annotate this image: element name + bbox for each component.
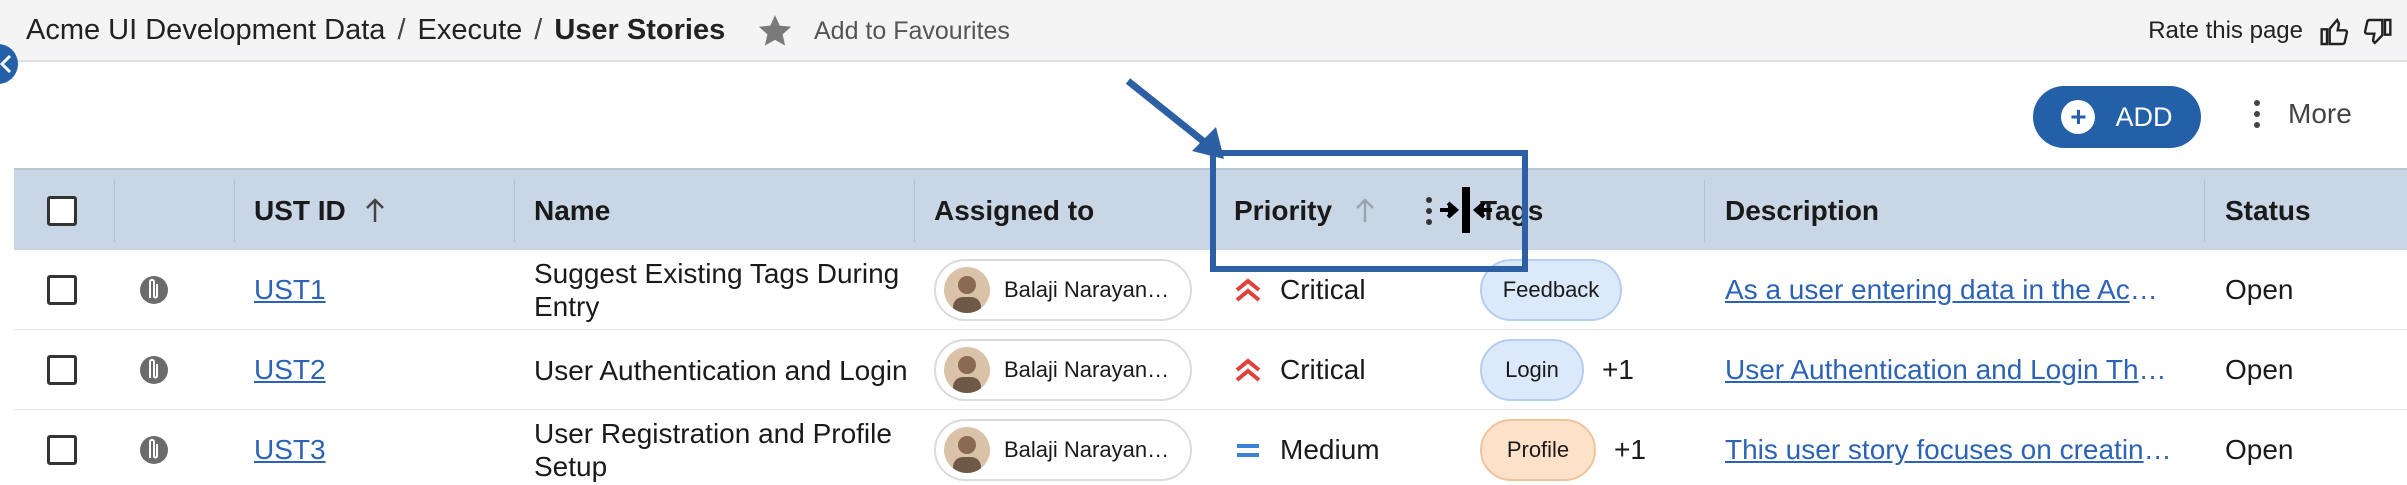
- status-value: Open: [2225, 274, 2294, 305]
- column-header-ust-id[interactable]: UST ID: [254, 170, 386, 252]
- avatar: [944, 427, 990, 473]
- column-divider: [2204, 180, 2205, 242]
- ust-id-link[interactable]: UST2: [254, 354, 326, 386]
- column-resize-cursor-icon: [1440, 187, 1492, 233]
- column-divider: [914, 180, 915, 242]
- avatar: [944, 267, 990, 313]
- add-button-label: ADD: [2115, 101, 2173, 132]
- chevrons-up-icon: [1235, 358, 1261, 382]
- arrow-up-icon[interactable]: [364, 198, 386, 224]
- breadcrumb: Acme UI Development Data / Execute / Use…: [26, 14, 725, 47]
- description-link[interactable]: User Authentication and Login The …: [1725, 354, 2180, 386]
- assignee-chip[interactable]: Balaji Narayan…: [934, 259, 1192, 321]
- priority-value: Critical: [1280, 274, 1366, 305]
- assignee-chip[interactable]: Balaji Narayan…: [934, 339, 1192, 401]
- ust-id-header-label: UST ID: [254, 195, 346, 226]
- avatar: [944, 347, 990, 393]
- ust-id-link[interactable]: UST3: [254, 434, 326, 466]
- column-header-name[interactable]: Name: [534, 170, 610, 252]
- breadcrumb-separator: /: [534, 14, 543, 46]
- assignee-name: Balaji Narayan…: [1004, 277, 1170, 302]
- kebab-icon: [2254, 100, 2260, 128]
- tag-chip[interactable]: Profile: [1480, 419, 1596, 481]
- select-all-checkbox[interactable]: [47, 196, 77, 226]
- row-checkbox[interactable]: [47, 355, 77, 385]
- add-button[interactable]: + ADD: [2033, 86, 2201, 148]
- table-row[interactable]: UST2 User Authentication and Login Balaj…: [14, 330, 2407, 410]
- chevrons-up-icon: [1235, 278, 1261, 302]
- chevron-left-icon: [0, 54, 12, 74]
- row-checkbox[interactable]: [47, 275, 77, 305]
- star-icon: [758, 15, 792, 46]
- description-header-label: Description: [1725, 195, 1880, 226]
- assignee-chip[interactable]: Balaji Narayan…: [934, 419, 1192, 481]
- attachment-icon[interactable]: [136, 350, 172, 390]
- breadcrumb-item-data[interactable]: Acme UI Development Data: [26, 14, 385, 47]
- rate-page-label: Rate this page: [2148, 17, 2303, 44]
- column-divider: [1704, 180, 1705, 242]
- name-header-label: Name: [534, 195, 611, 226]
- add-to-favourites-button[interactable]: Add to Favourites: [756, 12, 1010, 50]
- thumbs-down-icon[interactable]: [2361, 16, 2393, 48]
- status-value: Open: [2225, 354, 2294, 385]
- description-link[interactable]: As a user entering data in the Acme …: [1725, 274, 2180, 306]
- story-name: Suggest Existing Tags During Entry: [534, 258, 900, 322]
- description-link[interactable]: This user story focuses on creating …: [1725, 434, 2180, 466]
- equals-icon: [1237, 444, 1259, 457]
- status-header-label: Status: [2225, 195, 2311, 226]
- column-divider: [114, 180, 115, 242]
- thumbs-up-icon[interactable]: [2319, 16, 2351, 48]
- assigned-header-label: Assigned to: [934, 195, 1095, 226]
- priority-value: Medium: [1280, 434, 1380, 465]
- column-divider: [514, 180, 515, 242]
- breadcrumb-item-execute[interactable]: Execute: [418, 14, 523, 47]
- more-tags-count[interactable]: +1: [1614, 434, 1646, 466]
- breadcrumb-separator: /: [397, 14, 406, 46]
- priority-value: Critical: [1280, 354, 1366, 385]
- more-tags-count[interactable]: +1: [1602, 354, 1634, 386]
- ust-id-link[interactable]: UST1: [254, 274, 326, 306]
- attachment-icon[interactable]: [136, 430, 172, 470]
- plus-icon: +: [2061, 100, 2096, 134]
- column-header-description[interactable]: Description: [1725, 170, 1879, 252]
- more-label: More: [2288, 98, 2352, 129]
- assignee-name: Balaji Narayan…: [1004, 437, 1170, 462]
- top-bar: Acme UI Development Data / Execute / Use…: [0, 0, 2407, 62]
- row-checkbox[interactable]: [47, 435, 77, 465]
- status-value: Open: [2225, 434, 2294, 465]
- column-header-assigned-to[interactable]: Assigned to: [934, 170, 1094, 252]
- attachment-icon[interactable]: [136, 270, 172, 310]
- column-divider: [234, 180, 235, 242]
- tag-chip[interactable]: Login: [1480, 339, 1584, 401]
- select-all-cell: [47, 170, 77, 252]
- more-menu-button[interactable]: More: [2252, 98, 2352, 130]
- story-name: User Authentication and Login: [534, 354, 908, 386]
- assignee-name: Balaji Narayan…: [1004, 357, 1170, 382]
- breadcrumb-current: User Stories: [554, 14, 726, 46]
- column-header-status[interactable]: Status: [2225, 170, 2311, 252]
- story-name: User Registration and Profile Setup: [534, 418, 892, 482]
- table-row[interactable]: UST3 User Registration and Profile Setup…: [14, 410, 2407, 485]
- favourites-label: Add to Favourites: [814, 16, 1010, 45]
